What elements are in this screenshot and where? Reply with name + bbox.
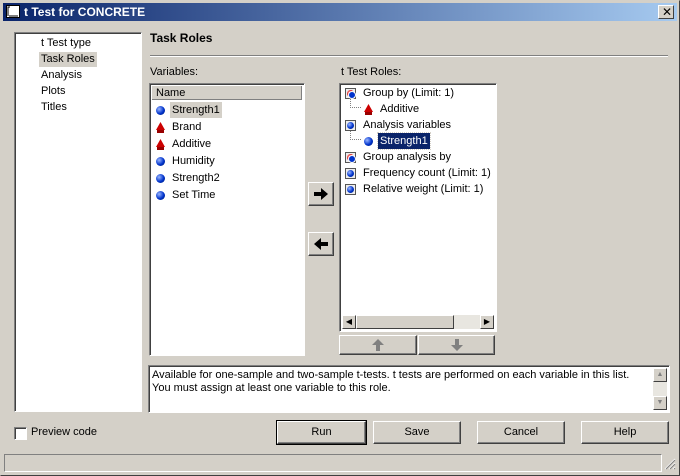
numeric-variable-icon (156, 173, 165, 183)
close-icon: ✕ (662, 5, 673, 19)
preview-code-label[interactable]: Preview code (31, 426, 97, 438)
help-button[interactable]: Help (581, 421, 669, 444)
numeric-variable-icon (156, 105, 165, 115)
status-pane (4, 454, 662, 472)
numeric-variable-icon (156, 156, 165, 166)
roles-tree[interactable]: Group by (Limit: 1) Additive Analysis va… (339, 83, 497, 332)
horizontal-scrollbar[interactable]: ◀ ▶ (342, 315, 494, 329)
role-variable-label: Strength1 (377, 132, 431, 150)
variable-item[interactable]: Strength2 (156, 170, 222, 186)
role-label: Analysis variables (363, 119, 452, 131)
variable-item[interactable]: Additive (156, 136, 213, 152)
variable-item[interactable]: Humidity (156, 153, 217, 169)
nav-item-t-test-type[interactable]: t Test type (39, 36, 93, 51)
variable-label: Additive (172, 138, 212, 150)
character-variable-icon (156, 138, 165, 150)
variable-item[interactable]: Strength1 (156, 102, 222, 118)
name-column-header[interactable]: Name (152, 86, 302, 100)
role-frequency-count[interactable]: Frequency count (Limit: 1) (345, 165, 493, 181)
dialog-window: t Test for CONCRETE ✕ t Test type Task R… (0, 0, 680, 476)
variable-label: Strength2 (172, 172, 220, 184)
preview-code-checkbox[interactable] (14, 427, 27, 440)
right-triangle-icon: ▶ (483, 317, 491, 326)
right-arrow-icon (314, 188, 328, 200)
status-bar (4, 454, 678, 472)
analysis-role-icon (345, 167, 356, 179)
window-icon (6, 5, 20, 18)
role-label: Group by (Limit: 1) (363, 87, 455, 99)
tree-connector (350, 99, 361, 108)
role-relative-weight[interactable]: Relative weight (Limit: 1) (345, 181, 485, 197)
add-to-role-button[interactable] (308, 182, 334, 206)
scroll-right-button[interactable]: ▶ (480, 315, 494, 329)
role-group-analysis-by[interactable]: Group analysis by (345, 149, 453, 165)
window-title: t Test for CONCRETE (24, 5, 146, 19)
tree-connector (350, 131, 361, 140)
roles-label: t Test Roles: (341, 66, 402, 78)
title-bar[interactable]: t Test for CONCRETE ✕ (3, 3, 677, 21)
up-arrow-icon (372, 339, 384, 351)
variable-item[interactable]: Set Time (156, 187, 217, 203)
analysis-role-icon (345, 183, 356, 195)
task-nav-pane: t Test type Task Roles Analysis Plots Ti… (14, 32, 142, 412)
scroll-thumb[interactable] (356, 315, 454, 329)
save-button[interactable]: Save (373, 421, 461, 444)
role-assigned-variable[interactable]: Strength1 (364, 132, 431, 150)
analysis-role-icon (345, 119, 356, 131)
variable-item[interactable]: Brand (156, 119, 203, 135)
up-triangle-icon: ▲ (656, 371, 664, 378)
role-description-text: Available for one-sample and two-sample … (152, 369, 630, 394)
role-analysis-variables[interactable]: Analysis variables (345, 117, 453, 133)
variables-list[interactable]: Name Strength1 Brand Additive Humidity S… (149, 83, 305, 356)
group-role-icon (345, 87, 356, 99)
variable-label: Humidity (172, 155, 215, 167)
down-arrow-icon (450, 339, 463, 351)
role-label: Frequency count (Limit: 1) (363, 167, 491, 179)
nav-item-plots[interactable]: Plots (39, 84, 67, 99)
character-variable-icon (156, 121, 165, 133)
resize-grip-icon[interactable] (664, 458, 676, 470)
section-title: Task Roles (150, 31, 213, 45)
role-variable-label: Additive (380, 103, 420, 115)
move-down-button[interactable] (418, 335, 495, 355)
variable-label: Strength1 (170, 102, 222, 118)
cancel-button[interactable]: Cancel (477, 421, 565, 444)
left-triangle-icon: ◀ (345, 317, 353, 326)
group-role-icon (345, 151, 356, 163)
scroll-left-button[interactable]: ◀ (342, 315, 356, 329)
nav-item-titles[interactable]: Titles (39, 100, 69, 115)
left-arrow-icon (314, 238, 328, 250)
role-label: Relative weight (Limit: 1) (363, 183, 484, 195)
variable-label: Set Time (172, 189, 216, 201)
move-up-button[interactable] (339, 335, 417, 355)
variable-label: Brand (172, 121, 202, 133)
role-label: Group analysis by (363, 151, 452, 163)
run-button[interactable]: Run (276, 420, 367, 445)
close-button[interactable]: ✕ (658, 5, 674, 19)
vertical-scrollbar[interactable]: ▲ ▼ (653, 368, 667, 410)
numeric-variable-icon (156, 190, 165, 200)
role-group-by[interactable]: Group by (Limit: 1) (345, 85, 456, 101)
character-variable-icon (364, 103, 373, 115)
role-description-box[interactable]: Available for one-sample and two-sample … (148, 365, 670, 413)
down-triangle-icon: ▼ (656, 399, 664, 406)
scroll-up-button[interactable]: ▲ (653, 368, 667, 382)
nav-item-task-roles[interactable]: Task Roles (39, 52, 97, 67)
scroll-down-button[interactable]: ▼ (653, 396, 667, 410)
remove-from-role-button[interactable] (308, 232, 334, 256)
variables-label: Variables: (150, 66, 199, 78)
numeric-variable-icon (364, 136, 373, 146)
section-divider (150, 55, 668, 57)
role-assigned-variable[interactable]: Additive (364, 101, 421, 117)
nav-item-analysis[interactable]: Analysis (39, 68, 84, 83)
